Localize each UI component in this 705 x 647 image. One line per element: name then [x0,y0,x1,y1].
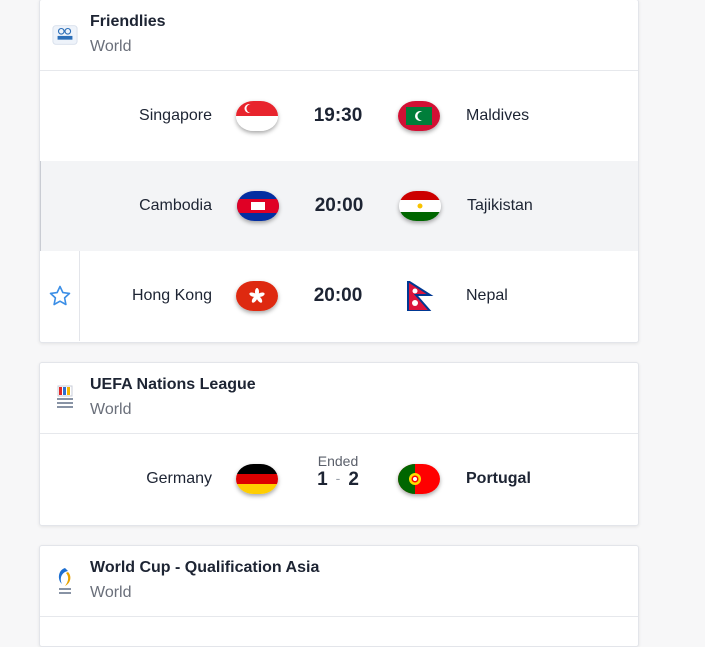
league-card-wc-qualification-asia: World Cup - Qualification Asia World [39,545,639,647]
away-score: 2 [348,469,359,490]
league-title[interactable]: UEFA Nations League [90,376,256,394]
league-country: World [90,401,132,418]
germany-flag-icon [236,464,278,494]
home-team: Hong Kong [131,287,212,304]
maldives-flag-icon [398,101,440,131]
match-time: 19:30 [313,105,363,126]
match-time: 20:00 [313,285,363,306]
star-icon[interactable] [48,284,72,308]
league-header[interactable]: UEFA Nations League World [40,363,638,434]
fifa-logo-icon [52,22,78,48]
score-separator: - [335,470,341,486]
home-team: Singapore [139,107,212,124]
nations-league-logo-icon [52,385,78,411]
away-team: Tajikistan [467,197,533,214]
home-team: Cambodia [139,197,212,214]
singapore-flag-icon [236,101,278,131]
match-time: 20:00 [314,195,364,216]
world-cup-qualification-logo-icon [52,568,78,594]
match-score: 1-2 [298,469,378,491]
nepal-flag-icon [398,281,440,311]
match-row[interactable]: Germany Ended 1-2 Portugal [40,434,638,524]
home-score: 1 [317,469,328,490]
home-team: Germany [146,470,212,487]
match-row[interactable]: Cambodia 20:00 Tajikistan [40,161,638,251]
league-header[interactable]: World Cup - Qualification Asia World [40,546,638,617]
league-card-nations-league: UEFA Nations League World Germany Ended … [39,362,639,526]
away-team: Nepal [466,287,508,304]
league-card-friendlies: Friendlies World Singapore 19:30 Maldive… [39,0,639,343]
league-title[interactable]: World Cup - Qualification Asia [90,559,319,577]
league-country: World [90,584,132,601]
favorite-toggle[interactable] [40,251,80,341]
away-team: Maldives [466,107,530,124]
league-country: World [90,38,132,55]
match-row[interactable]: Singapore 19:30 Maldives [40,71,638,161]
league-title[interactable]: Friendlies [90,13,166,31]
match-status: Ended [317,453,359,469]
match-row[interactable]: Hong Kong 20:00 Nepal [40,251,638,341]
hong-kong-flag-icon [236,281,278,311]
away-team: Portugal [466,470,531,487]
tajikistan-flag-icon [399,191,441,221]
portugal-flag-icon [398,464,440,494]
league-header[interactable]: Friendlies World [40,0,638,71]
cambodia-flag-icon [237,191,279,221]
